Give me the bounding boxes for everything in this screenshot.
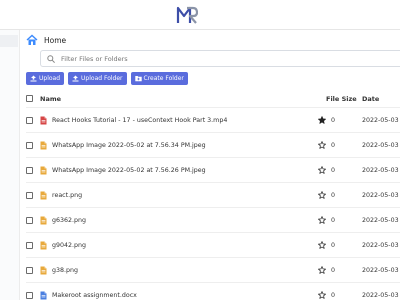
- table-row[interactable]: g6362.png 0 2022-05-03: [26, 208, 400, 233]
- file-name: react.png: [52, 191, 83, 199]
- file-name-cell[interactable]: WhatsApp Image 2022-05-02 at 7.56.26 PM.…: [40, 158, 206, 182]
- sidebar: [0, 30, 20, 300]
- file-name-cell[interactable]: Makeroot assignment.docx: [40, 283, 137, 300]
- star-outline-icon[interactable]: [318, 166, 326, 174]
- sidebar-item[interactable]: [0, 35, 18, 47]
- top-bar: [0, 0, 400, 30]
- file-date: 2022-05-03: [362, 241, 399, 249]
- doc-file-icon: [40, 291, 47, 299]
- search-box[interactable]: [40, 50, 400, 67]
- search-input[interactable]: [61, 54, 381, 63]
- file-date: 2022-05-03: [362, 116, 399, 124]
- upload-icon: [30, 75, 37, 82]
- file-size: 0: [331, 266, 336, 274]
- table-row[interactable]: WhatsApp Image 2022-05-02 at 7.56.34 PM.…: [26, 133, 400, 158]
- file-name-cell[interactable]: g6362.png: [40, 208, 86, 232]
- star-outline-icon[interactable]: [318, 291, 326, 299]
- folder-plus-icon: [134, 76, 142, 82]
- file-size: 0: [331, 141, 336, 149]
- file-date: 2022-05-03: [362, 266, 399, 274]
- file-name: WhatsApp Image 2022-05-02 at 7.56.34 PM.…: [52, 141, 206, 149]
- image-file-icon: [40, 191, 47, 199]
- file-name: g38.png: [52, 266, 78, 274]
- file-date: 2022-05-03: [362, 191, 399, 199]
- table-row[interactable]: g9042.png 0 2022-05-03: [26, 233, 400, 258]
- create-folder-button-label: Create Folder: [143, 75, 184, 82]
- row-checkbox[interactable]: [26, 192, 33, 199]
- file-size: 0: [331, 216, 336, 224]
- row-checkbox[interactable]: [26, 217, 33, 224]
- file-name-cell[interactable]: react.png: [40, 183, 82, 207]
- image-file-icon: [40, 266, 47, 274]
- file-name-cell[interactable]: React Hooks Tutorial - 17 - useContext H…: [40, 108, 227, 132]
- row-checkbox[interactable]: [26, 167, 33, 174]
- star-outline-icon[interactable]: [318, 216, 326, 224]
- file-date: 2022-05-03: [362, 166, 399, 174]
- file-date: 2022-05-03: [362, 141, 399, 149]
- search-icon: [47, 54, 55, 63]
- action-bar: Upload Upload Folder Create Folder: [26, 72, 188, 85]
- file-size: 0: [331, 241, 336, 249]
- upload-button-label: Upload: [39, 75, 61, 82]
- file-name: Makeroot assignment.docx: [52, 291, 137, 299]
- video-file-icon: [40, 116, 47, 124]
- file-date: 2022-05-03: [362, 216, 399, 224]
- image-file-icon: [40, 216, 47, 224]
- image-file-icon: [40, 241, 47, 249]
- upload-button[interactable]: Upload: [26, 72, 65, 85]
- file-date: 2022-05-03: [362, 291, 399, 299]
- image-file-icon: [40, 141, 47, 149]
- file-size: 0: [331, 191, 336, 199]
- star-outline-icon[interactable]: [318, 191, 326, 199]
- file-name-cell[interactable]: WhatsApp Image 2022-05-02 at 7.56.34 PM.…: [40, 133, 206, 157]
- file-name-cell[interactable]: g38.png: [40, 258, 78, 282]
- file-name-cell[interactable]: g9042.png: [40, 233, 86, 257]
- select-all-checkbox[interactable]: [26, 95, 33, 102]
- header-file-size[interactable]: File Size: [326, 90, 357, 107]
- table-body: React Hooks Tutorial - 17 - useContext H…: [26, 108, 400, 300]
- breadcrumb-current[interactable]: Home: [44, 36, 66, 45]
- table-row[interactable]: g38.png 0 2022-05-03: [26, 258, 400, 283]
- file-name: g6362.png: [52, 216, 87, 224]
- star-filled-icon[interactable]: [318, 116, 326, 124]
- file-size: 0: [331, 166, 336, 174]
- star-outline-icon[interactable]: [318, 266, 326, 274]
- table-row[interactable]: WhatsApp Image 2022-05-02 at 7.56.26 PM.…: [26, 158, 400, 183]
- file-size: 0: [331, 116, 336, 124]
- star-outline-icon[interactable]: [318, 141, 326, 149]
- table-row[interactable]: React Hooks Tutorial - 17 - useContext H…: [26, 108, 400, 133]
- breadcrumb: Home: [26, 32, 66, 48]
- header-name[interactable]: Name: [40, 90, 61, 107]
- file-name: g9042.png: [52, 241, 87, 249]
- star-outline-icon[interactable]: [318, 241, 326, 249]
- file-name: React Hooks Tutorial - 17 - useContext H…: [52, 116, 228, 124]
- upload-folder-button-label: Upload Folder: [81, 75, 123, 82]
- table-row[interactable]: Makeroot assignment.docx 0 2022-05-03: [26, 283, 400, 300]
- upload-icon: [72, 75, 79, 82]
- row-checkbox[interactable]: [26, 292, 33, 299]
- home-icon[interactable]: [26, 34, 38, 46]
- file-name: WhatsApp Image 2022-05-02 at 7.56.26 PM.…: [52, 166, 206, 174]
- row-checkbox[interactable]: [26, 267, 33, 274]
- create-folder-button[interactable]: Create Folder: [130, 72, 188, 85]
- row-checkbox[interactable]: [26, 142, 33, 149]
- file-table: Name File Size Date React Hooks Tutorial…: [26, 90, 400, 300]
- row-checkbox[interactable]: [26, 242, 33, 249]
- image-file-icon: [40, 166, 47, 174]
- upload-folder-button[interactable]: Upload Folder: [68, 72, 127, 85]
- header-date[interactable]: Date: [362, 90, 379, 107]
- row-checkbox[interactable]: [26, 117, 33, 124]
- file-size: 0: [331, 291, 336, 299]
- table-header: Name File Size Date: [26, 90, 400, 108]
- main-content: Home Upload Upload Folder Create Folder …: [20, 30, 400, 300]
- mr-logo[interactable]: [176, 5, 198, 25]
- table-row[interactable]: react.png 0 2022-05-03: [26, 183, 400, 208]
